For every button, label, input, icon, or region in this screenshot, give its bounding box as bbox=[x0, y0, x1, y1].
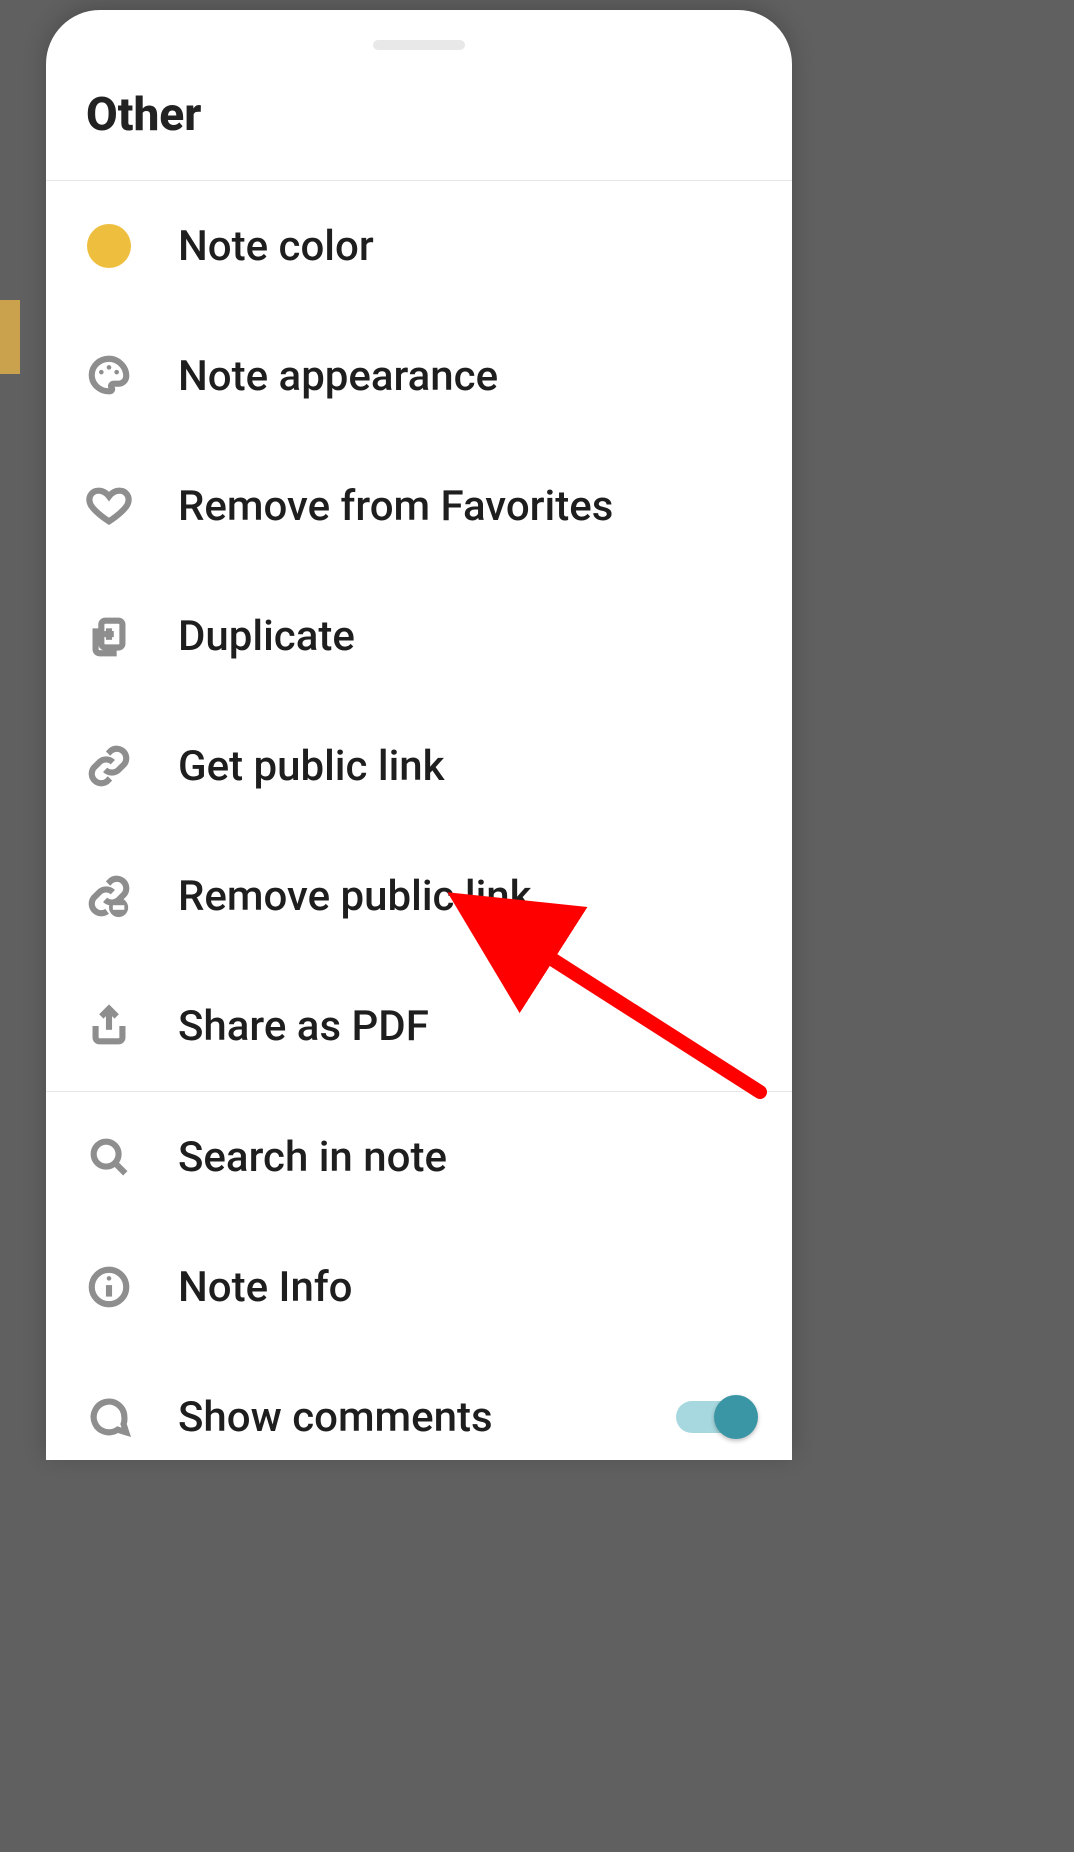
menu-item-duplicate[interactable]: Duplicate bbox=[46, 571, 792, 701]
menu-item-label: Note color bbox=[178, 222, 752, 271]
comment-icon bbox=[86, 1394, 132, 1440]
background-note-color-strip bbox=[0, 300, 20, 374]
menu-item-get-public-link[interactable]: Get public link bbox=[46, 701, 792, 831]
menu-item-note-info[interactable]: Note Info bbox=[46, 1222, 792, 1352]
sheet-title: Other bbox=[46, 50, 792, 180]
link-remove-icon bbox=[86, 873, 132, 919]
menu-item-label: Show comments bbox=[178, 1393, 630, 1442]
search-icon bbox=[86, 1134, 132, 1180]
menu-item-show-comments[interactable]: Show comments bbox=[46, 1352, 792, 1460]
bottom-sheet: Other Note color Note appearance bbox=[46, 10, 792, 1460]
share-icon bbox=[86, 1003, 132, 1049]
menu-item-label: Remove from Favorites bbox=[178, 482, 752, 531]
menu-item-share-pdf[interactable]: Share as PDF bbox=[46, 961, 792, 1091]
menu-item-search-in-note[interactable]: Search in note bbox=[46, 1092, 792, 1222]
menu-item-label: Note Info bbox=[178, 1263, 752, 1312]
menu-item-note-appearance[interactable]: Note appearance bbox=[46, 311, 792, 441]
duplicate-icon bbox=[86, 613, 132, 659]
palette-icon bbox=[86, 353, 132, 399]
show-comments-toggle[interactable] bbox=[676, 1401, 752, 1433]
menu-item-label: Share as PDF bbox=[178, 1002, 752, 1051]
menu-item-label: Note appearance bbox=[178, 352, 752, 401]
menu-item-remove-public-link[interactable]: Remove public link bbox=[46, 831, 792, 961]
menu-item-label: Duplicate bbox=[178, 612, 752, 661]
link-icon bbox=[86, 743, 132, 789]
menu-item-label: Get public link bbox=[178, 742, 752, 791]
menu-item-label: Remove public link bbox=[178, 872, 752, 921]
heart-icon bbox=[86, 483, 132, 529]
menu-item-note-color[interactable]: Note color bbox=[46, 181, 792, 311]
menu-list: Note color Note appearance Remove from F… bbox=[46, 181, 792, 1460]
menu-item-remove-favorites[interactable]: Remove from Favorites bbox=[46, 441, 792, 571]
note-color-icon bbox=[86, 223, 132, 269]
menu-item-label: Search in note bbox=[178, 1133, 752, 1182]
info-icon bbox=[86, 1264, 132, 1310]
drag-handle[interactable] bbox=[373, 40, 465, 50]
